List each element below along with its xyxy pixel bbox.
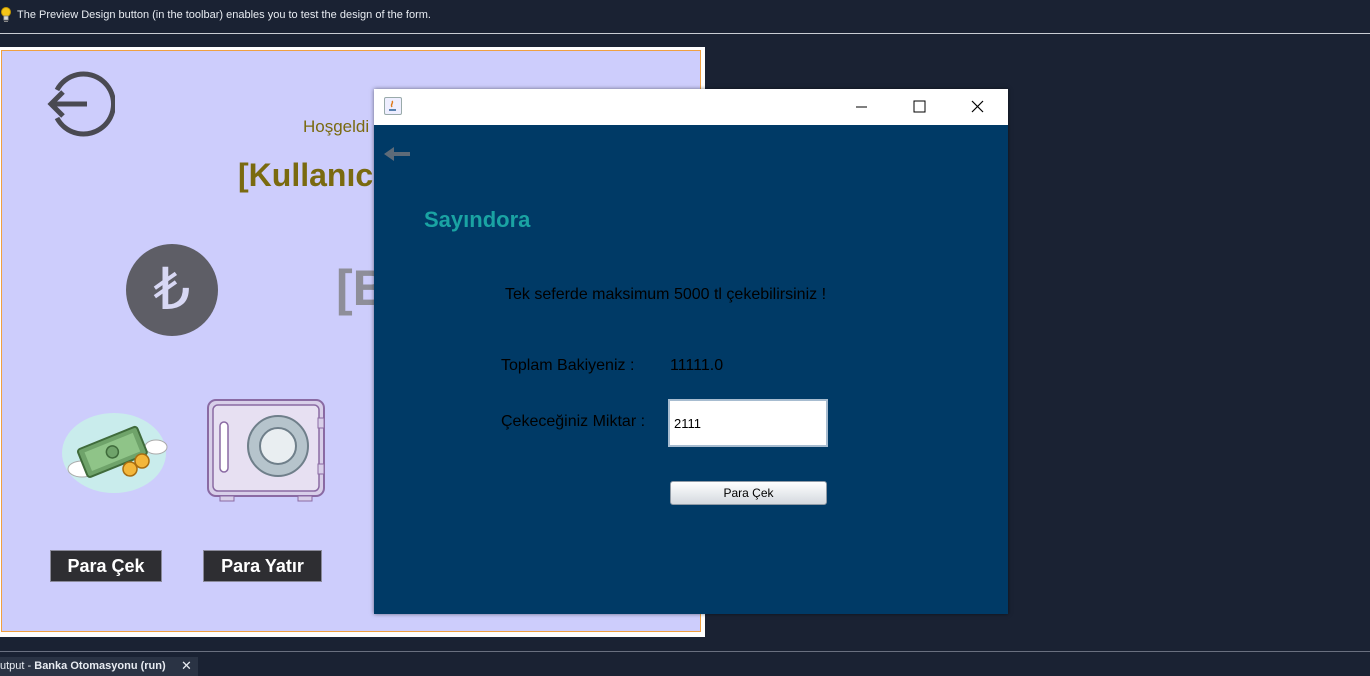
output-panel-tabs: utput - Banka Otomasyonu (run) ✕ [0,651,1370,676]
dialog-titlebar[interactable] [374,89,1008,125]
amount-label: Çekeceğiniz Miktar : [501,413,646,430]
hint-text: The Preview Design button (in the toolba… [17,9,431,21]
hint-bar: The Preview Design button (in the toolba… [0,0,1370,34]
output-tab[interactable]: utput - Banka Otomasyonu (run) ✕ [0,657,198,676]
balance-value: 11111.0 [670,357,724,374]
close-icon[interactable] [948,89,1006,125]
minimize-icon[interactable] [832,89,890,125]
lightbulb-icon [1,7,11,22]
limit-message: Tek seferde maksimum 5000 tl çekebilirsi… [505,286,827,303]
logout-back-icon[interactable] [43,68,115,140]
submit-withdraw-button[interactable]: Para Çek [670,481,827,505]
username-label: [Kullanıc [238,157,374,193]
deposit-button[interactable]: Para Yatır [203,550,322,582]
money-cloud-icon [62,413,168,493]
lira-icon: ₺ [126,244,218,336]
welcome-label: Hoşgeldi [303,117,370,136]
balance-label: Toplam Bakiyeniz : [501,357,635,374]
tab-close-icon[interactable]: ✕ [181,657,192,675]
amount-input[interactable] [668,399,828,447]
withdraw-button[interactable]: Para Çek [50,550,162,582]
back-arrow-icon[interactable] [382,145,412,163]
output-tab-prefix: utput - [0,660,35,672]
output-tab-project: Banka Otomasyonu (run) [34,660,166,672]
withdraw-dialog: Sayındora Tek seferde maksimum 5000 tl ç… [374,89,1008,614]
brand-label: Sayındora [424,207,531,232]
safe-icon [207,399,325,502]
java-app-icon [384,97,402,115]
maximize-icon[interactable] [890,89,948,125]
output-tab-label: utput - Banka Otomasyonu (run) [0,657,166,675]
